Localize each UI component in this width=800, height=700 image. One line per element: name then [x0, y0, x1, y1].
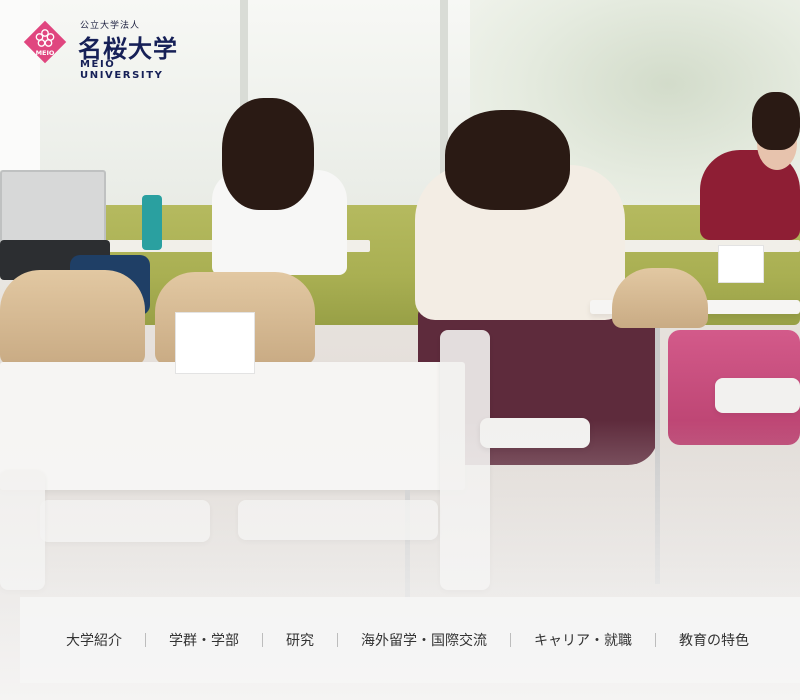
person-hair	[222, 98, 314, 210]
table-card	[718, 245, 764, 283]
nav-item-career[interactable]: キャリア・就職	[511, 630, 655, 650]
nav-item-research[interactable]: 研究	[263, 630, 337, 650]
table-card	[175, 312, 255, 374]
person-hair	[445, 110, 570, 210]
laptop	[0, 170, 106, 246]
nav-list: 大学紹介 学群・学部 研究 海外留学・国際交流 キャリア・就職 教育の特色	[20, 597, 800, 683]
main-navigation: 大学紹介 学群・学部 研究 海外留学・国際交流 キャリア・就職 教育の特色	[20, 597, 800, 683]
chair	[0, 270, 145, 365]
nav-item-international[interactable]: 海外留学・国際交流	[338, 630, 510, 650]
chair-seat	[715, 378, 800, 413]
logo-mark-text: MEIO	[36, 49, 55, 57]
hero-image	[0, 0, 800, 700]
nav-item-faculties[interactable]: 学群・学部	[146, 630, 262, 650]
person-hair	[752, 92, 800, 150]
chair	[612, 268, 708, 328]
cherry-blossom-logo-icon: MEIO	[23, 20, 67, 64]
logo-name-en: MEIO UNIVERSITY	[80, 59, 164, 81]
nav-item-about[interactable]: 大学紹介	[20, 630, 145, 650]
water-bottle	[142, 195, 162, 250]
university-logo[interactable]: MEIO 公立大学法人 名桜大学 MEIO UNIVERSITY	[20, 16, 195, 81]
nav-item-education[interactable]: 教育の特色	[656, 630, 772, 650]
back-table	[600, 240, 800, 252]
